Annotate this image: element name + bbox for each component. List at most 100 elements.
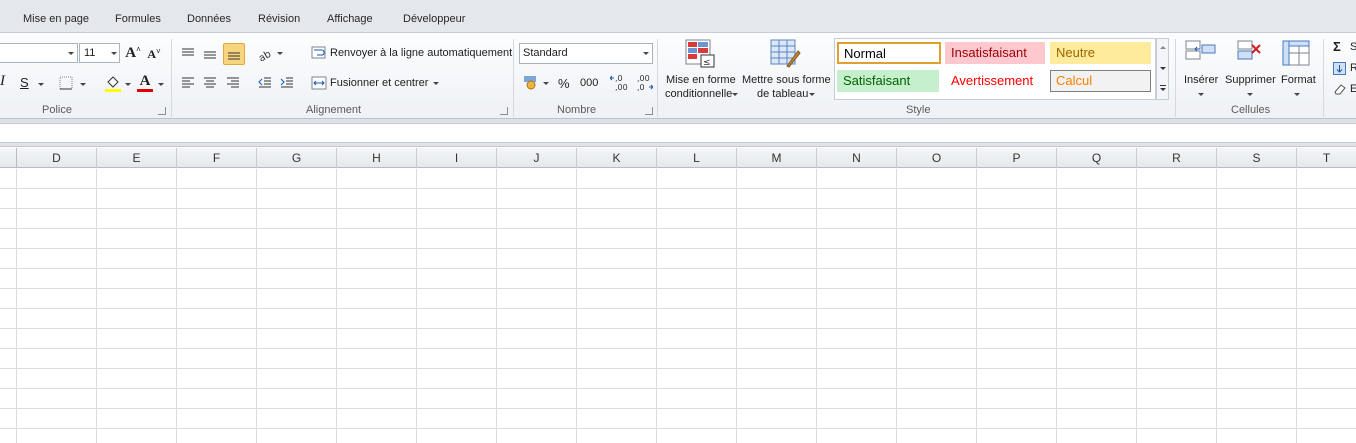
increase-indent-icon[interactable]: [278, 75, 296, 91]
strike-dropdown-icon[interactable]: [38, 83, 44, 86]
row-header-corner[interactable]: [0, 148, 17, 168]
fill-button[interactable]: R: [1350, 62, 1356, 74]
tab-affichage[interactable]: Affichage: [327, 13, 373, 25]
style-satisfaisant[interactable]: Satisfaisant: [837, 70, 939, 92]
alignement-launcher-icon[interactable]: [500, 107, 508, 115]
align-middle-icon[interactable]: [201, 45, 219, 63]
gallery-down-icon[interactable]: [1160, 67, 1166, 70]
fill-color-icon[interactable]: [104, 73, 122, 93]
borders-icon[interactable]: [58, 75, 74, 91]
style-insatisfaisant[interactable]: Insatisfaisant: [945, 42, 1045, 64]
fill-color-dropdown-icon[interactable]: [125, 83, 131, 86]
column-header[interactable]: N: [817, 148, 897, 168]
font-color-icon[interactable]: A: [136, 73, 154, 93]
strike-button[interactable]: S: [20, 75, 29, 90]
delete-cells-button[interactable]: Supprimer: [1225, 74, 1276, 86]
conditional-formatting-dropdown-icon[interactable]: [732, 93, 738, 96]
borders-dropdown-icon[interactable]: [80, 83, 86, 86]
format-as-table-label-1[interactable]: Mettre sous forme: [742, 74, 831, 86]
shrink-font-icon[interactable]: A ˅: [145, 45, 163, 63]
column-header[interactable]: J: [497, 148, 577, 168]
merge-dropdown-icon[interactable]: [433, 82, 439, 85]
clear-button[interactable]: E: [1350, 83, 1356, 95]
format-dropdown-icon[interactable]: [1294, 93, 1300, 96]
font-color-dropdown-icon[interactable]: [158, 83, 164, 86]
insert-cells-button[interactable]: Insérer: [1184, 74, 1218, 86]
column-header[interactable]: R: [1137, 148, 1217, 168]
conditional-formatting-label-1[interactable]: Mise en forme: [666, 74, 736, 86]
autosum-icon[interactable]: Σ: [1333, 39, 1341, 54]
column-header[interactable]: K: [577, 148, 657, 168]
column-header[interactable]: D: [17, 148, 97, 168]
police-launcher-icon[interactable]: [158, 107, 166, 115]
font-name-dropdown-icon[interactable]: [68, 52, 74, 55]
format-as-table-icon[interactable]: [769, 39, 801, 69]
delete-cells-icon[interactable]: [1234, 39, 1266, 67]
conditional-formatting-label-2[interactable]: conditionnelle: [665, 88, 732, 100]
tab-developpeur[interactable]: Développeur: [403, 13, 465, 25]
style-calcul[interactable]: Calcul: [1050, 70, 1151, 92]
increase-decimal-icon[interactable]: ,0,00: [610, 73, 630, 93]
decrease-indent-icon[interactable]: [256, 75, 274, 91]
tab-donnees[interactable]: Données: [187, 13, 231, 25]
merge-center-icon[interactable]: [311, 75, 327, 91]
tab-mise-en-page[interactable]: Mise en page: [23, 13, 89, 25]
format-cells-icon[interactable]: [1281, 39, 1313, 69]
clear-eraser-icon[interactable]: [1333, 83, 1347, 95]
wrap-text-button[interactable]: Renvoyer à la ligne automatiquement: [330, 47, 512, 59]
gallery-more-icon[interactable]: [1160, 85, 1166, 86]
column-header[interactable]: M: [737, 148, 817, 168]
wrap-text-icon[interactable]: [311, 45, 327, 61]
insert-dropdown-icon[interactable]: [1198, 93, 1204, 96]
orientation-dropdown-icon[interactable]: [277, 52, 283, 55]
style-normal[interactable]: Normal: [837, 42, 941, 64]
thousands-button[interactable]: 000: [580, 77, 598, 89]
number-format-dropdown-icon[interactable]: [643, 52, 649, 55]
fill-down-icon[interactable]: [1333, 62, 1346, 75]
grow-font-icon[interactable]: A ˄: [124, 43, 142, 63]
column-header[interactable]: L: [657, 148, 737, 168]
align-top-icon[interactable]: [179, 45, 197, 61]
column-header[interactable]: O: [897, 148, 977, 168]
format-cells-button[interactable]: Format: [1281, 74, 1316, 86]
conditional-formatting-icon[interactable]: ≤: [684, 39, 716, 69]
align-bottom-icon[interactable]: [223, 43, 245, 65]
font-name-select[interactable]: [0, 43, 78, 63]
accounting-dropdown-icon[interactable]: [543, 82, 549, 85]
column-header[interactable]: S: [1217, 148, 1297, 168]
merge-center-button[interactable]: Fusionner et centrer: [330, 77, 428, 89]
number-format-select[interactable]: Standard: [519, 43, 653, 64]
column-header[interactable]: T: [1297, 148, 1356, 168]
column-header[interactable]: G: [257, 148, 337, 168]
italic-button[interactable]: I: [0, 73, 5, 90]
tab-formules[interactable]: Formules: [115, 13, 161, 25]
autosum-button[interactable]: S: [1350, 41, 1356, 53]
tab-revision[interactable]: Révision: [258, 13, 300, 25]
format-as-table-dropdown-icon[interactable]: [809, 93, 815, 96]
align-left-icon[interactable]: [179, 75, 197, 91]
style-avertissement[interactable]: Avertissement: [945, 70, 1045, 92]
style-neutre[interactable]: Neutre: [1050, 42, 1151, 64]
delete-dropdown-icon[interactable]: [1247, 93, 1253, 96]
gallery-up-icon[interactable]: [1160, 46, 1166, 49]
column-header[interactable]: H: [337, 148, 417, 168]
accounting-format-icon[interactable]: [521, 73, 541, 91]
column-header[interactable]: P: [977, 148, 1057, 168]
column-header[interactable]: E: [97, 148, 177, 168]
gallery-scrollbar[interactable]: [1156, 38, 1169, 100]
align-center-icon[interactable]: [201, 75, 219, 91]
font-size-dropdown-icon[interactable]: [111, 52, 117, 55]
format-as-table-label-2[interactable]: de tableau: [757, 88, 808, 100]
formula-input[interactable]: [0, 123, 1356, 143]
percent-button[interactable]: %: [558, 76, 570, 91]
column-header[interactable]: Q: [1057, 148, 1137, 168]
align-right-icon[interactable]: [224, 75, 242, 91]
column-header[interactable]: F: [177, 148, 257, 168]
insert-cells-icon[interactable]: [1185, 39, 1217, 67]
column-header[interactable]: I: [417, 148, 497, 168]
style-group-label: Style: [906, 104, 931, 116]
decrease-decimal-icon[interactable]: ,00,0: [633, 73, 653, 93]
nombre-launcher-icon[interactable]: [645, 107, 653, 115]
orientation-icon[interactable]: ab: [256, 45, 276, 63]
worksheet-grid[interactable]: [0, 169, 1356, 443]
